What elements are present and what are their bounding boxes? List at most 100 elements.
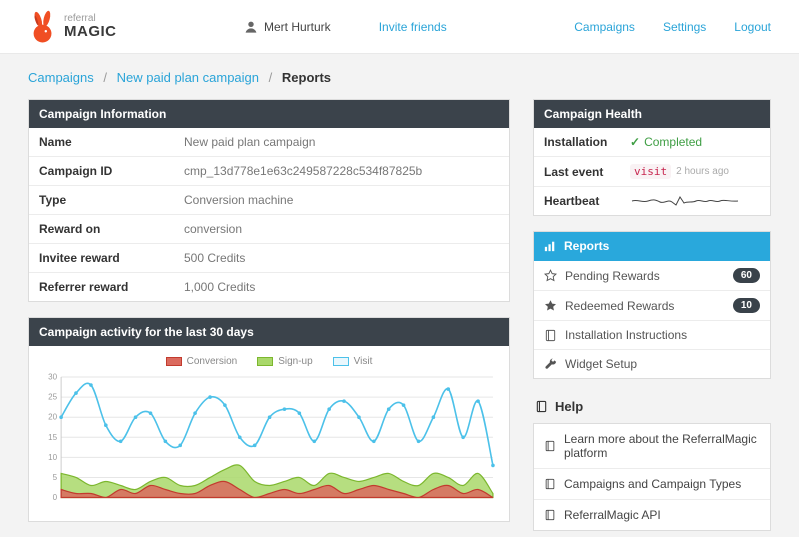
activity-panel: Campaign activity for the last 30 days C… — [28, 317, 510, 522]
help-section-title: Help — [533, 397, 771, 423]
info-value: cmp_13d778e1e63c249587228c534f87825b — [184, 164, 423, 178]
right-column: Campaign Health Installation ✓ Completed… — [533, 99, 771, 531]
last-event-value: visit — [630, 164, 672, 179]
svg-text:10: 10 — [48, 453, 57, 462]
info-value: 500 Credits — [184, 251, 246, 265]
legend-swatch — [165, 357, 182, 366]
help-item-label: Campaigns and Campaign Types — [564, 477, 742, 491]
help-book-icon — [535, 400, 548, 413]
campaign-info-title: Campaign Information — [29, 100, 509, 128]
svg-text:30: 30 — [48, 373, 57, 382]
top-nav: Campaigns Settings Logout — [574, 20, 771, 34]
reports-menu: Reports Pending Rewards 60 Redeemed Rewa… — [533, 231, 771, 379]
health-row-last-event: Last event visit 2 hours ago — [534, 157, 770, 187]
nav-campaigns[interactable]: Campaigns — [574, 20, 635, 34]
book-icon — [544, 478, 556, 490]
info-label: Campaign ID — [39, 164, 113, 178]
activity-panel-title: Campaign activity for the last 30 days — [29, 318, 509, 346]
menu-item-label: Installation Instructions — [565, 328, 688, 342]
pending-rewards-badge: 60 — [732, 268, 760, 283]
info-label: Reward on — [39, 222, 101, 236]
menu-item-widget-setup[interactable]: Widget Setup — [534, 350, 770, 378]
svg-text:25: 25 — [48, 393, 57, 402]
help-item-label: ReferralMagic API — [564, 508, 661, 522]
nav-logout[interactable]: Logout — [734, 20, 771, 34]
campaign-info-panel: Campaign Information Name New paid plan … — [28, 99, 510, 302]
installation-status: Completed — [644, 135, 703, 149]
health-row-installation: Installation ✓ Completed — [534, 128, 770, 157]
user-menu[interactable]: Mert Hurturk — [244, 20, 331, 34]
health-label: Last event — [544, 164, 604, 179]
health-label: Installation — [544, 135, 608, 149]
bar-chart-icon — [544, 240, 556, 252]
activity-chart-area: Conversion Sign-up Visit 0 5 10 15 20 25 30 — [29, 346, 509, 521]
breadcrumb-campaign-link[interactable]: New paid plan campaign — [117, 70, 259, 85]
legend-swatch — [257, 357, 274, 366]
campaign-health-title: Campaign Health — [534, 100, 770, 128]
book-icon — [544, 440, 556, 452]
main-content: Campaign Information Name New paid plan … — [0, 99, 799, 537]
rabbit-logo-icon — [28, 9, 58, 45]
help-item-platform[interactable]: Learn more about the ReferralMagic platf… — [534, 424, 770, 469]
breadcrumb-campaigns-link[interactable]: Campaigns — [28, 70, 94, 85]
legend-item: Visit — [332, 356, 372, 367]
info-value: conversion — [184, 222, 243, 236]
logo-text-bottom: MAGIC — [64, 23, 117, 40]
breadcrumb-separator: / — [268, 70, 273, 85]
top-header: referral MAGIC Mert Hurturk Invite frien… — [0, 0, 799, 54]
menu-item-redeemed-rewards[interactable]: Redeemed Rewards 10 — [534, 291, 770, 321]
legend-item: Sign-up — [257, 356, 313, 367]
info-row-campaign-id: Campaign ID cmp_13d778e1e63c249587228c53… — [29, 157, 509, 186]
wrench-icon — [544, 358, 557, 371]
info-row-invitee-reward: Invitee reward 500 Credits — [29, 244, 509, 273]
menu-item-label: Pending Rewards — [565, 268, 660, 283]
health-label: Heartbeat — [544, 194, 600, 208]
menu-item-pending-rewards[interactable]: Pending Rewards 60 — [534, 261, 770, 291]
info-label: Name — [39, 135, 72, 149]
activity-chart: 0 5 10 15 20 25 30 — [37, 371, 501, 513]
svg-text:0: 0 — [53, 493, 58, 502]
nav-settings[interactable]: Settings — [663, 20, 706, 34]
menu-item-label: Redeemed Rewards — [565, 298, 675, 313]
book-icon — [544, 509, 556, 521]
redeemed-rewards-badge: 10 — [732, 298, 760, 313]
breadcrumb-separator: / — [103, 70, 108, 85]
info-row-referrer-reward: Referrer reward 1,000 Credits — [29, 273, 509, 301]
campaign-health-panel: Campaign Health Installation ✓ Completed… — [533, 99, 771, 216]
info-value: 1,000 Credits — [184, 280, 256, 294]
svg-text:20: 20 — [48, 413, 57, 422]
chart-legend: Conversion Sign-up Visit — [37, 348, 501, 371]
invite-friends-link[interactable]: Invite friends — [379, 20, 447, 34]
book-icon — [544, 329, 557, 342]
help-item-label: Learn more about the ReferralMagic platf… — [564, 432, 757, 460]
breadcrumb-current-page: Reports — [281, 70, 332, 85]
last-event-time: 2 hours ago — [676, 166, 729, 177]
legend-item: Conversion — [165, 356, 237, 367]
left-column: Campaign Information Name New paid plan … — [28, 99, 510, 537]
health-row-heartbeat: Heartbeat — [534, 187, 770, 215]
info-value: New paid plan campaign — [184, 135, 316, 149]
menu-item-reports[interactable]: Reports — [534, 232, 770, 261]
logo-text: referral MAGIC — [64, 14, 117, 40]
svg-text:15: 15 — [48, 433, 57, 442]
menu-item-label: Widget Setup — [565, 357, 638, 371]
help-list: Learn more about the ReferralMagic platf… — [533, 423, 771, 531]
user-icon — [244, 20, 258, 34]
help-title-label: Help — [555, 399, 584, 414]
heartbeat-sparkline — [630, 194, 748, 208]
info-row-type: Type Conversion machine — [29, 186, 509, 215]
check-icon: ✓ — [630, 135, 641, 149]
menu-item-label: Reports — [564, 239, 610, 253]
menu-item-installation-instructions[interactable]: Installation Instructions — [534, 321, 770, 350]
star-outline-icon — [544, 269, 557, 282]
info-label: Referrer reward — [39, 280, 129, 294]
legend-swatch — [332, 357, 349, 366]
help-item-api[interactable]: ReferralMagic API — [534, 500, 770, 530]
help-item-campaign-types[interactable]: Campaigns and Campaign Types — [534, 469, 770, 500]
info-value: Conversion machine — [184, 193, 294, 207]
app-logo[interactable]: referral MAGIC — [28, 9, 117, 45]
breadcrumb: Campaigns / New paid plan campaign / Rep… — [0, 54, 799, 99]
user-name: Mert Hurturk — [264, 19, 331, 34]
info-label: Invitee reward — [39, 251, 120, 265]
info-label: Type — [39, 193, 67, 207]
